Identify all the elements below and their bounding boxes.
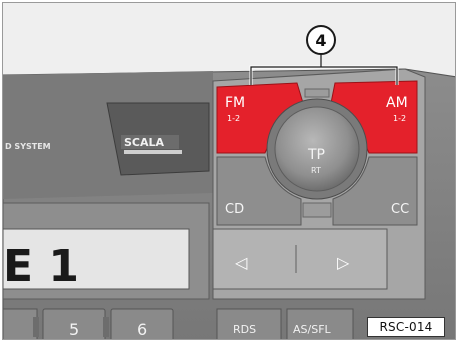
brand-text: D SYSTEM (5, 142, 51, 151)
rds-label: RDS (233, 323, 256, 336)
fm-sub-label: 1-2 (227, 114, 240, 123)
seek-left-icon[interactable]: ◁ (234, 253, 248, 272)
fm-label: FM (225, 95, 245, 111)
reference-label: RSC-014 (367, 317, 445, 337)
rt-label: RT (311, 166, 321, 175)
illustration-frame: D SYSTEM SCALA E 1 5 6 FM 1-2 AM 1-2 CD … (2, 2, 456, 340)
callout-number: 4 (315, 31, 326, 50)
scala-logo: SCALA (121, 135, 182, 154)
svg-text:SCALA: SCALA (124, 136, 165, 149)
preset-row: 5 6 (3, 308, 174, 339)
preset-5-label: 5 (69, 320, 79, 339)
am-label: AM (386, 95, 408, 111)
display-text: E 1 (3, 241, 79, 292)
am-sub-label: 1-2 (393, 114, 406, 123)
as-sfl-label: AS/SFL (293, 323, 332, 336)
radio-illustration: D SYSTEM SCALA E 1 5 6 FM 1-2 AM 1-2 CD … (3, 25, 455, 339)
seek-divider (295, 245, 297, 273)
cd-label: CD (225, 202, 244, 217)
preset-6-label: 6 (137, 320, 147, 339)
seek-right-icon[interactable]: ▷ (337, 253, 350, 272)
tp-label: TP (307, 147, 325, 163)
cc-label: CC (391, 202, 409, 217)
